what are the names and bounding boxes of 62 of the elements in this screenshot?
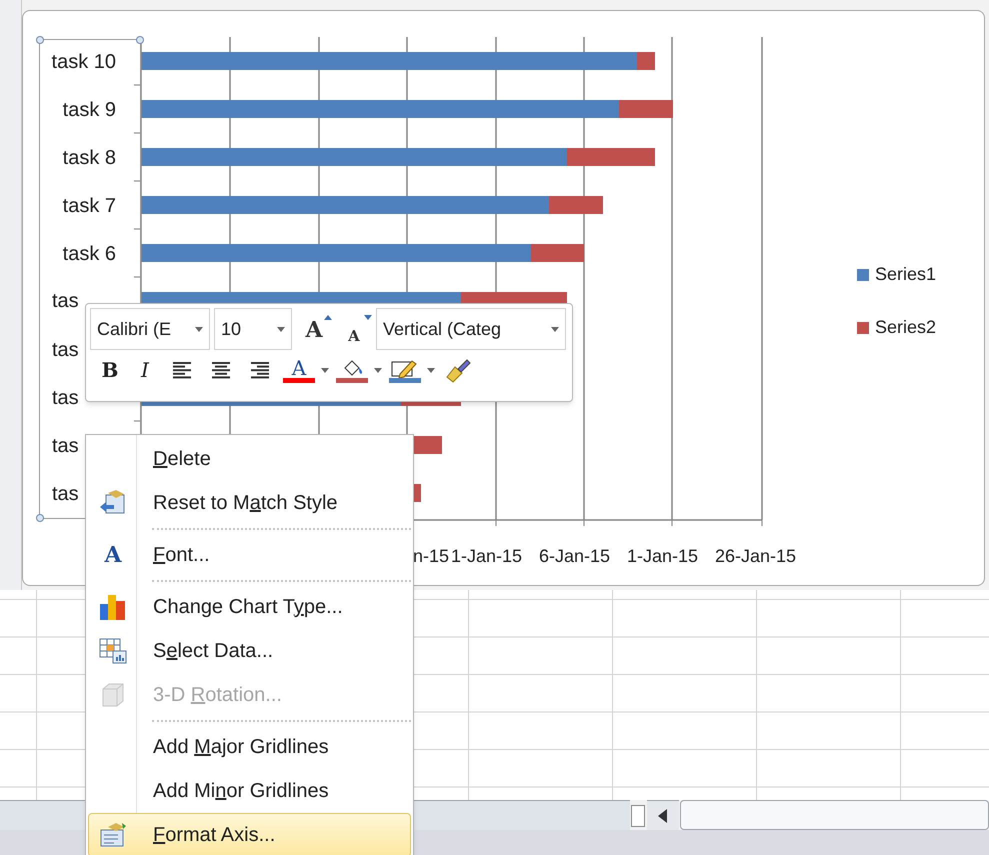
- caret-icon: [321, 368, 329, 372]
- align-left-icon: [171, 361, 193, 379]
- scroll-left-button[interactable]: [647, 800, 679, 830]
- caret-icon: [427, 368, 435, 372]
- category-label: tas: [52, 340, 79, 360]
- caret-icon: [374, 368, 382, 372]
- split-box[interactable]: [631, 805, 645, 827]
- duration-bar: [531, 244, 584, 262]
- caret-icon: [277, 326, 285, 332]
- menu-item[interactable]: Format Axis...: [88, 813, 411, 855]
- font-color-button[interactable]: A: [283, 354, 329, 386]
- category-label: task 9: [62, 100, 116, 120]
- duration-bar: [412, 436, 442, 454]
- axis-label: 26-Jan-15: [715, 545, 798, 568]
- left-arrow-icon: [658, 808, 668, 822]
- category-label: task 7: [62, 196, 116, 216]
- menu-item[interactable]: Delete: [88, 437, 411, 481]
- align-center-icon: [210, 361, 232, 379]
- caret-icon: [195, 326, 203, 332]
- caret-icon: [551, 326, 559, 332]
- legend-label: Series2: [875, 316, 936, 339]
- menu-item[interactable]: Add Minor Gridlines: [88, 769, 411, 813]
- category-label: tas: [52, 388, 79, 408]
- down-triangle-icon: [364, 315, 372, 320]
- selection-handle[interactable]: [36, 36, 44, 44]
- bold-button[interactable]: B: [96, 356, 124, 384]
- category-label: tas: [52, 436, 79, 456]
- font-size-dropdown[interactable]: 10: [214, 308, 292, 350]
- selection-handle[interactable]: [36, 514, 44, 522]
- menu-item[interactable]: Select Data...: [88, 629, 411, 673]
- category-label: task 10: [52, 52, 116, 72]
- menu-item[interactable]: Change Chart Type...: [88, 585, 411, 629]
- align-right-icon: [249, 361, 271, 379]
- font-icon: A: [104, 544, 122, 566]
- axis-label: 6-Jan-15: [539, 545, 612, 568]
- format-axis-icon: [98, 821, 128, 849]
- legend-label: Series1: [875, 263, 936, 286]
- horizontal-scrollbar[interactable]: [680, 800, 989, 830]
- chart-element-dropdown[interactable]: Vertical (Categ: [376, 308, 566, 350]
- font-name-dropdown[interactable]: Calibri (E: [90, 308, 210, 350]
- letter-icon: A: [292, 358, 306, 378]
- up-triangle-icon: [324, 315, 332, 320]
- menu-item[interactable]: A Font...: [88, 533, 411, 577]
- italic-button[interactable]: I: [131, 356, 159, 384]
- axis-label: 1-Jan-15: [451, 545, 524, 568]
- bar-chart-icon: [98, 592, 128, 622]
- category-label: task 6: [62, 244, 116, 264]
- duration-bar: [549, 196, 603, 214]
- selection-handle[interactable]: [136, 36, 144, 44]
- table-chart-icon: [98, 636, 128, 666]
- menu-item[interactable]: Reset to Match Style: [88, 481, 411, 525]
- category-label: tas: [52, 291, 79, 311]
- duration-bar: [637, 52, 655, 70]
- category-label: tas: [52, 484, 79, 504]
- axis-label: 1-Jan-15: [627, 545, 700, 568]
- category-label: task 8: [62, 148, 116, 168]
- menu-item[interactable]: Add Major Gridlines: [88, 725, 411, 769]
- grow-font-button[interactable]: A: [296, 311, 332, 347]
- paintbrush-icon: [444, 357, 472, 383]
- shrink-font-button[interactable]: A: [336, 311, 372, 347]
- duration-bar: [619, 100, 673, 118]
- axis-label: n-15: [413, 545, 450, 568]
